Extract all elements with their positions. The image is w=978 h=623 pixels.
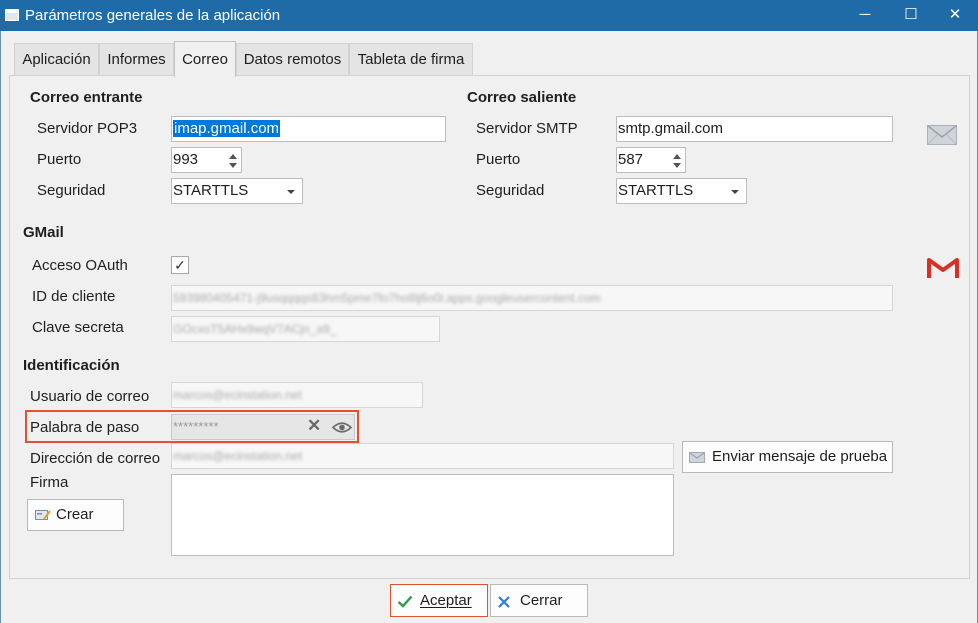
pop3-server-label: Servidor POP3 [37, 120, 138, 137]
window-icon [5, 9, 19, 21]
incoming-port-label: Puerto [37, 151, 82, 168]
incoming-port-stepper[interactable]: 993 [171, 147, 242, 173]
password-value: ********* [173, 419, 219, 434]
outgoing-security-select[interactable]: STARTTLS [616, 178, 747, 204]
minimize-button[interactable]: ─ [842, 0, 888, 31]
dialog-body: Aplicación Informes Correo Datos remotos… [0, 31, 978, 623]
outgoing-mail-header: Correo saliente [467, 89, 577, 106]
signature-label: Firma [30, 474, 69, 491]
spin-down-icon[interactable] [673, 163, 681, 168]
identification-header: Identificación [23, 357, 120, 374]
signature-textarea[interactable] [171, 474, 674, 556]
incoming-mail-header: Correo entrante [30, 89, 143, 106]
client-id-input[interactable]: 593980405471-j9usqqqqs83hm5pme7fo7ho8lj6… [171, 285, 893, 311]
tab-tableta-de-firma[interactable]: Tableta de firma [349, 43, 473, 76]
outgoing-port-value: 587 [618, 151, 644, 168]
tab-datos-remotos[interactable]: Datos remotos [236, 43, 349, 76]
incoming-security-value: STARTTLS [173, 182, 249, 199]
incoming-security-label: Seguridad [37, 182, 106, 199]
outgoing-security-value: STARTTLS [618, 182, 694, 199]
tab-aplicacion[interactable]: Aplicación [14, 43, 99, 76]
checkmark-icon [397, 595, 413, 608]
spin-down-icon[interactable] [229, 163, 237, 168]
client-secret-input[interactable]: GOcxoT5AHx9wqV7ACjn_a9_ [171, 316, 440, 342]
close-icon [498, 596, 510, 608]
password-input[interactable]: ********* [171, 414, 355, 440]
chevron-down-icon [731, 190, 739, 194]
clear-icon[interactable]: ✕ [307, 416, 321, 436]
spin-up-icon[interactable] [229, 154, 237, 159]
accept-button[interactable]: Aceptar [390, 584, 488, 617]
outgoing-security-label: Seguridad [476, 182, 545, 199]
envelope-icon [927, 125, 957, 145]
mail-user-label: Usuario de correo [30, 388, 150, 405]
signature-card-icon [35, 510, 51, 520]
gmail-icon [927, 258, 959, 278]
incoming-port-value: 993 [173, 151, 199, 168]
window-title: Parámetros generales de la aplicación [25, 7, 281, 24]
mail-user-value: marcos@ecinstation.net [173, 388, 302, 402]
pop3-server-value: imap.gmail.com [173, 120, 281, 137]
send-test-message-label: Enviar mensaje de prueba [712, 448, 888, 465]
pop3-server-input[interactable]: imap.gmail.com [171, 116, 446, 142]
mail-address-input[interactable]: marcos@ecinstation.net [171, 443, 674, 469]
envelope-icon [689, 452, 705, 463]
chevron-down-icon [287, 190, 295, 194]
client-secret-value: GOcxoT5AHx9wqV7ACjn_a9_ [173, 322, 337, 336]
password-label: Palabra de paso [30, 419, 140, 436]
tab-informes[interactable]: Informes [99, 43, 174, 76]
create-signature-button[interactable]: Crear [27, 499, 124, 531]
gmail-header: GMail [23, 224, 64, 241]
incoming-security-select[interactable]: STARTTLS [171, 178, 303, 204]
tab-correo[interactable]: Correo [174, 41, 236, 77]
oauth-checkbox[interactable]: ✓ [171, 256, 189, 274]
eye-icon[interactable] [332, 421, 352, 434]
cancel-button-label: Cerrar [520, 592, 563, 609]
send-test-message-button[interactable]: Enviar mensaje de prueba [682, 441, 893, 473]
close-window-button[interactable]: ✕ [932, 0, 978, 31]
cancel-button[interactable]: Cerrar [490, 584, 588, 617]
oauth-label: Acceso OAuth [32, 257, 128, 274]
mail-user-input[interactable]: marcos@ecinstation.net [171, 382, 423, 408]
mail-address-value: marcos@ecinstation.net [173, 449, 302, 463]
accept-button-label: Aceptar [420, 592, 472, 609]
client-secret-label: Clave secreta [32, 319, 124, 336]
mail-address-label: Dirección de correo [30, 450, 161, 467]
outgoing-port-stepper[interactable]: 587 [616, 147, 686, 173]
smtp-server-value: smtp.gmail.com [618, 120, 724, 137]
create-signature-label: Crear [56, 506, 94, 523]
client-id-label: ID de cliente [32, 288, 116, 305]
correo-panel: Correo entrante Servidor POP3 imap.gmail… [9, 75, 970, 579]
maximize-button[interactable]: ☐ [888, 0, 934, 31]
outgoing-port-label: Puerto [476, 151, 521, 168]
spin-up-icon[interactable] [673, 154, 681, 159]
smtp-server-label: Servidor SMTP [476, 120, 578, 137]
title-bar: Parámetros generales de la aplicación ─ … [0, 0, 978, 31]
client-id-value: 593980405471-j9usqqqqs83hm5pme7fo7ho8lj6… [173, 291, 601, 305]
smtp-server-input[interactable]: smtp.gmail.com [616, 116, 893, 142]
